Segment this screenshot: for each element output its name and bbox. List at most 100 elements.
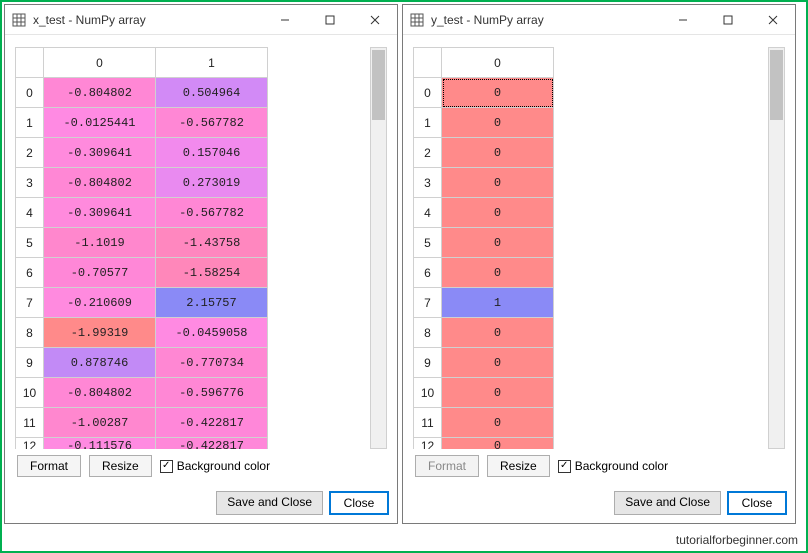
row-header[interactable]: 6 <box>16 258 44 288</box>
data-cell[interactable]: -1.43758 <box>156 228 268 258</box>
maximize-button[interactable] <box>307 6 352 34</box>
data-cell[interactable]: -0.596776 <box>156 378 268 408</box>
row-header[interactable]: 11 <box>414 408 442 438</box>
data-cell[interactable]: 0 <box>442 378 554 408</box>
close-button[interactable]: Close <box>727 491 787 515</box>
close-button[interactable]: Close <box>329 491 389 515</box>
row-header[interactable]: 10 <box>16 378 44 408</box>
data-cell[interactable]: 0.504964 <box>156 78 268 108</box>
check-icon: ✓ <box>160 460 173 473</box>
data-table[interactable]: 000102030405060718090100110120 <box>413 47 554 449</box>
row-header[interactable]: 7 <box>16 288 44 318</box>
row-header[interactable]: 2 <box>16 138 44 168</box>
vertical-scrollbar[interactable] <box>768 47 785 449</box>
data-cell[interactable]: 0 <box>442 258 554 288</box>
data-cell[interactable]: -0.422817 <box>156 408 268 438</box>
data-cell[interactable]: 0.878746 <box>44 348 156 378</box>
row-header[interactable]: 12 <box>414 438 442 450</box>
maximize-button[interactable] <box>705 6 750 34</box>
data-cell[interactable]: -1.58254 <box>156 258 268 288</box>
scrollbar-thumb[interactable] <box>770 50 783 120</box>
format-button[interactable]: Format <box>17 455 81 477</box>
resize-button[interactable]: Resize <box>487 455 550 477</box>
window-title: x_test - NumPy array <box>33 13 262 27</box>
dialog-buttons: Save and CloseClose <box>403 487 795 523</box>
row-header[interactable]: 8 <box>414 318 442 348</box>
window-title: y_test - NumPy array <box>431 13 660 27</box>
row-header[interactable]: 9 <box>16 348 44 378</box>
toolbar: FormatResize✓Background color <box>413 449 785 479</box>
row-header[interactable]: 10 <box>414 378 442 408</box>
save-and-close-button[interactable]: Save and Close <box>216 491 323 515</box>
minimize-button[interactable] <box>660 6 705 34</box>
data-cell[interactable]: 0 <box>442 138 554 168</box>
column-header[interactable]: 0 <box>442 48 554 78</box>
data-cell[interactable]: -0.309641 <box>44 138 156 168</box>
background-color-checkbox[interactable]: ✓Background color <box>160 459 270 473</box>
titlebar[interactable]: y_test - NumPy array <box>403 5 795 35</box>
data-cell[interactable]: 0 <box>442 318 554 348</box>
row-header[interactable]: 1 <box>16 108 44 138</box>
row-header[interactable]: 0 <box>16 78 44 108</box>
array-viewer-window: x_test - NumPy array010-0.8048020.504964… <box>4 4 398 524</box>
data-cell[interactable]: -0.567782 <box>156 108 268 138</box>
minimize-button[interactable] <box>262 6 307 34</box>
data-cell[interactable]: 0 <box>442 348 554 378</box>
data-cell[interactable]: -0.70577 <box>44 258 156 288</box>
data-cell[interactable]: 0 <box>442 228 554 258</box>
data-cell[interactable]: 0 <box>442 78 554 108</box>
close-window-button[interactable] <box>750 6 795 34</box>
data-cell[interactable]: 1 <box>442 288 554 318</box>
row-header[interactable]: 5 <box>16 228 44 258</box>
data-cell[interactable]: 0 <box>442 108 554 138</box>
data-cell[interactable]: -1.1019 <box>44 228 156 258</box>
dialog-buttons: Save and CloseClose <box>5 487 397 523</box>
vertical-scrollbar[interactable] <box>370 47 387 449</box>
data-cell[interactable]: -0.567782 <box>156 198 268 228</box>
data-cell[interactable]: -1.99319 <box>44 318 156 348</box>
close-window-button[interactable] <box>352 6 397 34</box>
row-header[interactable]: 1 <box>414 108 442 138</box>
data-cell[interactable]: 0 <box>442 168 554 198</box>
data-cell[interactable]: -0.804802 <box>44 78 156 108</box>
row-header[interactable]: 9 <box>414 348 442 378</box>
row-header[interactable]: 5 <box>414 228 442 258</box>
row-header[interactable]: 12 <box>16 438 44 450</box>
row-header[interactable]: 4 <box>16 198 44 228</box>
row-header[interactable]: 4 <box>414 198 442 228</box>
data-cell[interactable]: 0.273019 <box>156 168 268 198</box>
row-header[interactable]: 3 <box>16 168 44 198</box>
row-header[interactable]: 6 <box>414 258 442 288</box>
row-header[interactable]: 3 <box>414 168 442 198</box>
data-cell[interactable]: -0.0459058 <box>156 318 268 348</box>
row-header[interactable]: 11 <box>16 408 44 438</box>
data-cell[interactable]: 0 <box>442 438 554 450</box>
column-header[interactable]: 1 <box>156 48 268 78</box>
row-header[interactable]: 2 <box>414 138 442 168</box>
check-icon: ✓ <box>558 460 571 473</box>
data-cell[interactable]: 0 <box>442 198 554 228</box>
data-cell[interactable]: -0.770734 <box>156 348 268 378</box>
data-cell[interactable]: -0.804802 <box>44 168 156 198</box>
data-cell[interactable]: -0.309641 <box>44 198 156 228</box>
data-cell[interactable]: -0.0125441 <box>44 108 156 138</box>
scrollbar-thumb[interactable] <box>372 50 385 120</box>
row-header[interactable]: 8 <box>16 318 44 348</box>
resize-button[interactable]: Resize <box>89 455 152 477</box>
data-cell[interactable]: 0.157046 <box>156 138 268 168</box>
data-cell[interactable]: 0 <box>442 408 554 438</box>
data-table[interactable]: 010-0.8048020.5049641-0.0125441-0.567782… <box>15 47 268 449</box>
data-cell[interactable]: 2.15757 <box>156 288 268 318</box>
data-cell[interactable]: -0.422817 <box>156 438 268 450</box>
watermark-text: tutorialforbeginner.com <box>676 533 798 547</box>
save-and-close-button[interactable]: Save and Close <box>614 491 721 515</box>
data-cell[interactable]: -0.111576 <box>44 438 156 450</box>
column-header[interactable]: 0 <box>44 48 156 78</box>
data-cell[interactable]: -0.210609 <box>44 288 156 318</box>
titlebar[interactable]: x_test - NumPy array <box>5 5 397 35</box>
row-header[interactable]: 7 <box>414 288 442 318</box>
data-cell[interactable]: -1.00287 <box>44 408 156 438</box>
row-header[interactable]: 0 <box>414 78 442 108</box>
data-cell[interactable]: -0.804802 <box>44 378 156 408</box>
background-color-checkbox[interactable]: ✓Background color <box>558 459 668 473</box>
